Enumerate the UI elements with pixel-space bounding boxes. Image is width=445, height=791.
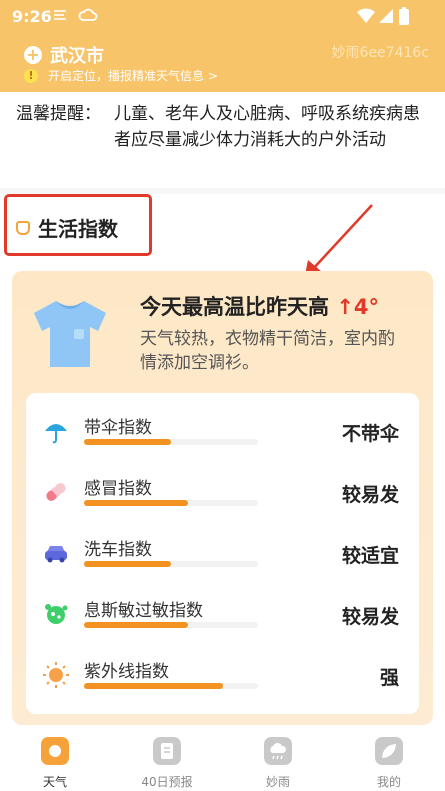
index-name: 带伞指数 [84, 418, 152, 438]
wifi-icon [357, 8, 375, 23]
forecast-icon [153, 737, 181, 765]
tab-profile[interactable]: 我的 [349, 737, 429, 790]
tab-label: 40日预报 [141, 775, 193, 789]
tip-text: 儿童、老年人及心脏病、呼吸系统疾病患者应尽量减少体力消耗大的户外活动 [114, 104, 420, 150]
index-row-cold[interactable]: 感冒指数 较易发 [26, 468, 419, 528]
bottom-tab-bar: 天气 40日预报 妙雨 我的 [0, 731, 445, 791]
user-id-watermark: 妙雨6ee7416c [331, 45, 429, 61]
index-name: 紫外线指数 [84, 662, 169, 682]
clothing-advice: 天气较热，衣物精干简洁，室内酌情添加空调衫。 [140, 329, 395, 373]
pill-icon [46, 483, 66, 501]
life-index-card: 今天最高温比昨天高 ↑4° 天气较热，衣物精干简洁，室内酌情添加空调衫。 带伞指… [12, 271, 433, 725]
index-level-bar [84, 439, 258, 445]
header-bar: + 武汉市 ! 开启定位，播报精准天气信息 > 妙雨6ee7416c [0, 34, 445, 92]
tab-40-day-forecast[interactable]: 40日预报 [127, 737, 207, 790]
profile-leaf-icon [375, 737, 403, 765]
index-level-bar [84, 683, 258, 689]
index-row-umbrella[interactable]: 带伞指数 不带伞 [26, 407, 419, 467]
index-value: 较易发 [341, 484, 399, 506]
city-selector[interactable]: + 武汉市 [24, 42, 104, 68]
status-time: 9:26 [12, 7, 52, 26]
tab-label: 我的 [376, 775, 401, 789]
t-shirt-icon [34, 301, 106, 367]
index-level-fill [84, 439, 171, 445]
add-city-icon[interactable]: + [24, 46, 42, 64]
index-name: 洗车指数 [84, 540, 152, 560]
umbrella-icon [45, 424, 67, 444]
index-row-allergy[interactable]: 息斯敏过敏指数 较易发 [26, 590, 419, 650]
signal-icon [379, 9, 393, 23]
enable-location-prompt[interactable]: ! 开启定位，播报精准天气信息 > [24, 67, 218, 84]
index-value: 强 [379, 667, 399, 689]
battery-icon [399, 7, 409, 25]
rain-cloud-icon [264, 737, 292, 765]
temperature-delta: ↑4° [336, 295, 380, 319]
index-row-car-wash[interactable]: 洗车指数 较适宜 [26, 529, 419, 589]
index-level-bar [84, 561, 258, 567]
index-value: 不带伞 [341, 423, 399, 445]
allergy-icon [45, 604, 68, 624]
index-value: 较易发 [341, 606, 399, 628]
index-list: 带伞指数 不带伞 感冒指数 较易发 洗车指数 较适宜 息斯敏过敏指数 较易发 紫… [26, 393, 419, 714]
locate-hint: 开启定位，播报精准天气信息 > [48, 69, 218, 83]
index-level-bar [84, 500, 258, 506]
cloud-status-icon [78, 8, 98, 21]
tab-miaoyu[interactable]: 妙雨 [238, 737, 318, 790]
sun-icon [43, 662, 69, 688]
index-level-fill [84, 683, 224, 689]
tab-label: 妙雨 [265, 775, 290, 789]
index-value: 较适宜 [341, 545, 399, 567]
index-level-fill [84, 561, 171, 567]
warning-icon: ! [24, 68, 38, 83]
tip-label: 温馨提醒： [16, 104, 101, 124]
city-name: 武汉市 [50, 46, 104, 67]
index-row-uv[interactable]: 紫外线指数 强 [26, 651, 419, 711]
headline-text: 今天最高温比昨天高 [140, 295, 329, 319]
temperature-compare-headline: 今天最高温比昨天高 ↑4° [140, 291, 379, 321]
weather-icon [41, 737, 69, 765]
car-icon [45, 546, 67, 563]
tab-label: 天气 [42, 775, 67, 789]
annotation-highlight-box [4, 194, 152, 256]
notification-icon [54, 10, 66, 20]
status-bar: 9:26 [0, 0, 445, 34]
index-level-bar [84, 622, 258, 628]
tab-weather[interactable]: 天气 [15, 737, 95, 790]
index-name: 息斯敏过敏指数 [84, 601, 203, 621]
index-name: 感冒指数 [84, 479, 152, 499]
index-level-fill [84, 622, 189, 628]
index-level-fill [84, 500, 189, 506]
